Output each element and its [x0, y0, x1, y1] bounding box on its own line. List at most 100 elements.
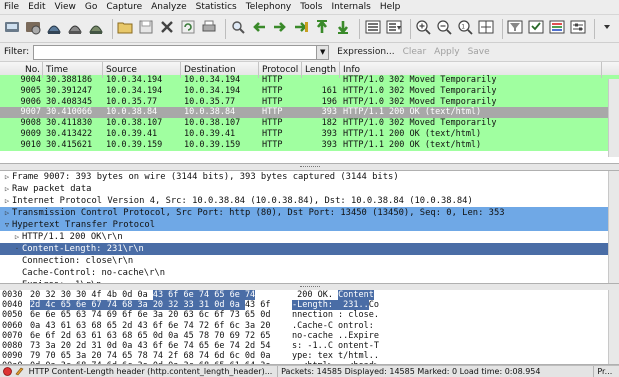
filter-dropdown-button[interactable]: ▼	[317, 44, 330, 60]
packet-row[interactable]: 9005 30.391247 10.0.34.194 10.0.34.194 HTTP 1…	[0, 85, 619, 97]
ascii-segment[interactable]: ype: tex t/html..	[292, 351, 379, 361]
menu-internals[interactable]: Internals	[331, 0, 370, 15]
menu-analyze[interactable]: Analyze	[151, 0, 186, 15]
open-file-button[interactable]	[116, 19, 134, 39]
coloring-rules-button[interactable]	[548, 19, 566, 39]
reload-button[interactable]	[179, 19, 197, 39]
hex-segment[interactable]: 73 3a 20 2d 31 0d 0a 43 6f 6e 74 65 6e 7…	[30, 341, 271, 351]
detail-tree-item[interactable]: ▽ Hypertext Transfer Protocol	[0, 219, 619, 231]
byte-hex[interactable]: 0a 43 61 63 68 65 2d 43 6f 6e 74 72 6f 6…	[30, 321, 292, 331]
go-to-packet-button[interactable]	[292, 19, 310, 39]
ascii-segment[interactable]: s: -1..C ontent-T	[292, 341, 379, 351]
go-back-button[interactable]	[250, 19, 268, 39]
find-button[interactable]	[229, 19, 247, 39]
byte-hex[interactable]: 6e 6f 2d 63 61 63 68 65 0d 0a 45 78 70 6…	[30, 331, 292, 341]
byte-hex[interactable]: 20 32 30 30 4f 4b 0d 0a 43 6f 6e 74 65 6…	[30, 290, 292, 300]
menu-help[interactable]: Help	[380, 0, 401, 15]
ascii-segment[interactable]: .Cache-C ontrol:	[292, 321, 379, 331]
close-file-button[interactable]	[158, 19, 176, 39]
packet-row[interactable]: 9007 30.410066 10.0.38.84 10.0.38.84 HTTP 393…	[0, 107, 619, 119]
packet-list-vertical-scrollbar[interactable]	[608, 79, 619, 157]
detail-tree-item[interactable]: ▷ Raw packet data	[0, 183, 619, 195]
packet-row[interactable]: 9006 30.408345 10.0.35.77 10.0.35.77 HTTP 196…	[0, 96, 619, 108]
capture-options-button[interactable]	[24, 19, 42, 39]
menu-tools[interactable]: Tools	[300, 0, 322, 15]
expand-arrow-icon[interactable]: ▷	[2, 195, 12, 207]
packet-row[interactable]: 9008 30.411830 10.0.38.107 10.0.38.107 HTTP 1…	[0, 118, 619, 129]
expand-arrow-icon[interactable]: ·	[12, 243, 22, 255]
byte-hex[interactable]: 2d 4c 65 6e 67 74 68 3a 20 32 33 31 0d 0…	[30, 300, 292, 311]
hex-segment[interactable]: 20 32 30 30 4f 4b 0d 0a	[30, 290, 153, 300]
byte-ascii[interactable]: -Length: 231..Co	[292, 300, 412, 311]
start-capture-button[interactable]	[45, 19, 63, 39]
capture-comment-icon[interactable]	[15, 367, 26, 377]
packet-row[interactable]: 9010 30.415621 10.0.39.159 10.0.39.159 HTTP 3…	[0, 139, 619, 151]
byte-hex[interactable]: 73 3a 20 2d 31 0d 0a 43 6f 6e 74 65 6e 7…	[30, 341, 292, 351]
expert-info-icon[interactable]	[2, 367, 13, 377]
byte-ascii[interactable]: s: -1..C ontent-T	[292, 341, 412, 351]
clear-button[interactable]: Clear	[403, 47, 427, 57]
byte-ascii[interactable]: .Cache-C ontrol:	[292, 321, 412, 331]
byte-ascii[interactable]: 200 OK. Content	[292, 290, 412, 300]
detail-tree-item[interactable]: Cache-Control: no-cache\r\n	[0, 267, 619, 279]
display-filter-input[interactable]	[33, 44, 318, 60]
expand-arrow-icon[interactable]: ▷	[2, 183, 12, 195]
ascii-segment[interactable]: Content	[338, 290, 374, 300]
byte-ascii[interactable]: nnection : close.	[292, 310, 412, 320]
hex-segment[interactable]: 6e 6e 65 63 74 69 6f 6e 3a 20 63 6c 6f 7…	[30, 310, 271, 320]
go-first-button[interactable]	[313, 19, 331, 39]
byte-hex[interactable]: 79 70 65 3a 20 74 65 78 74 2f 68 74 6d 6…	[30, 351, 292, 361]
hex-segment[interactable]: 43 6f 6e 74 65 6e 74	[152, 290, 256, 300]
hex-segment[interactable]: 79 70 65 3a 20 74 65 78 74 2f 68 74 6d 6…	[30, 351, 271, 361]
restart-capture-button[interactable]	[87, 19, 105, 39]
packet-row[interactable]: 9004 30.388186 10.0.34.194 10.0.34.194 HTTP H…	[0, 75, 619, 86]
detail-tree-item[interactable]: ▷ Transmission Control Protocol, Src Port…	[0, 207, 619, 219]
expand-arrow-icon[interactable]: ▷	[2, 171, 12, 183]
menu-go[interactable]: Go	[85, 0, 97, 15]
detail-tree-item[interactable]: ▷ HTTP/1.1 200 OK\r\n	[0, 231, 619, 243]
auto-scroll-button[interactable]	[385, 19, 403, 39]
expand-arrow-icon[interactable]: ▷	[2, 207, 12, 219]
preferences-button[interactable]	[569, 19, 587, 39]
menu-file[interactable]: File	[4, 0, 19, 15]
menu-statistics[interactable]: Statistics	[196, 0, 237, 15]
ascii-segment[interactable]: 200 OK.	[292, 290, 338, 300]
detail-tree-item[interactable]: ▷ Internet Protocol Version 4, Src: 10.0.…	[0, 195, 619, 207]
byte-ascii[interactable]: no-cache ..Expire	[292, 331, 412, 341]
packet-row[interactable]: 9009 30.413422 10.0.39.41 10.0.39.41 HTTP 393…	[0, 128, 619, 140]
hex-segment[interactable]: 43 6f	[245, 300, 271, 310]
byte-hex[interactable]: 6e 6e 65 63 74 69 6f 6e 3a 20 63 6c 6f 7…	[30, 310, 292, 320]
menu-telephony[interactable]: Telephony	[246, 0, 292, 15]
bytes-vertical-scrollbar[interactable]	[608, 290, 619, 364]
ascii-segment[interactable]: Co	[369, 300, 379, 310]
detail-tree-item[interactable]: Connection: close\r\n	[0, 255, 619, 267]
details-vertical-scrollbar[interactable]	[608, 171, 619, 283]
go-last-button[interactable]	[334, 19, 352, 39]
byte-ascii[interactable]: ype: tex t/html..	[292, 351, 412, 361]
resize-columns-button[interactable]	[477, 19, 495, 39]
zoom-normal-button[interactable]: 1	[456, 19, 474, 39]
print-button[interactable]	[200, 19, 218, 39]
menu-view[interactable]: View	[55, 0, 76, 15]
expand-arrow-icon[interactable]: ▷	[12, 231, 22, 243]
hex-segment[interactable]: 0a 43 61 63 68 65 2d 43 6f 6e 74 72 6f 6…	[30, 321, 271, 331]
detail-tree-item[interactable]: ▷ Frame 9007: 393 bytes on wire (3144 bit…	[0, 171, 619, 183]
ascii-segment[interactable]: no-cache ..Expire	[292, 331, 379, 341]
hex-segment[interactable]: 6e 6f 2d 63 61 63 68 65 0d 0a 45 78 70 6…	[30, 331, 271, 341]
expression-button[interactable]: Expression...	[337, 47, 394, 57]
display-filters-button[interactable]	[527, 19, 545, 39]
help-button[interactable]	[598, 19, 616, 39]
menu-edit[interactable]: Edit	[28, 0, 45, 15]
detail-tree-item[interactable]: · Content-Length: 231\r\n	[0, 243, 619, 255]
interface-list-button[interactable]	[3, 19, 21, 39]
stop-capture-button[interactable]	[66, 19, 84, 39]
ascii-segment[interactable]: -Length: 231..	[292, 300, 369, 311]
capture-filters-button[interactable]	[506, 19, 524, 39]
menu-capture[interactable]: Capture	[106, 0, 142, 15]
colorize-button[interactable]	[364, 19, 382, 39]
apply-button[interactable]: Apply	[434, 47, 459, 57]
save-file-button[interactable]	[137, 19, 155, 39]
hex-segment[interactable]: 2d 4c 65 6e 67 74 68 3a 20 32 33 31 0d 0…	[30, 300, 245, 311]
status-profile[interactable]: Pr...	[594, 366, 619, 377]
collapse-arrow-icon[interactable]: ▽	[2, 219, 12, 231]
